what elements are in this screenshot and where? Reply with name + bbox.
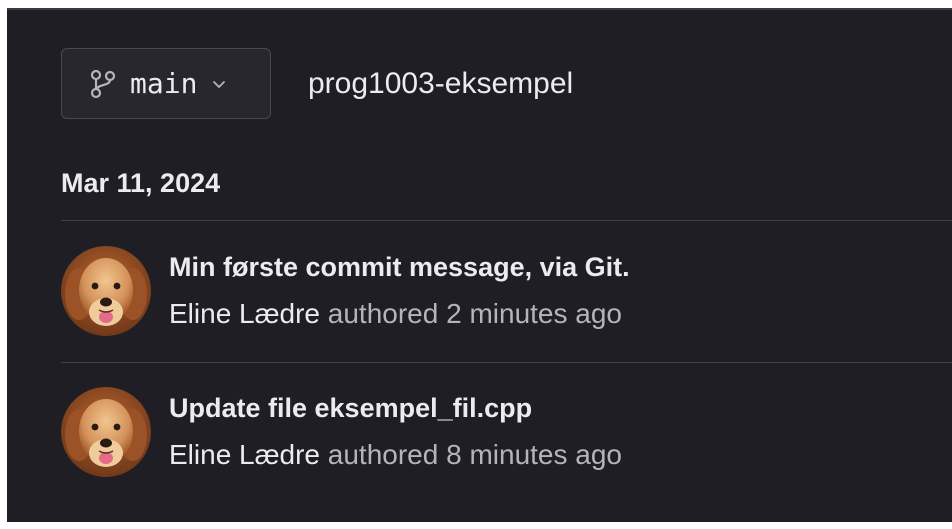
branch-bar: main prog1003-eksempel	[61, 48, 573, 119]
commit-title[interactable]: Update file eksempel_fil.cpp	[169, 393, 532, 424]
author-name[interactable]: Eline Lædre	[169, 298, 320, 329]
author-avatar[interactable]	[61, 246, 151, 336]
commit-meta: Eline Lædre authored 8 minutes ago	[169, 439, 622, 471]
commit-time: 8 minutes ago	[446, 439, 622, 470]
branch-name: main	[130, 67, 198, 100]
chevron-down-icon	[211, 76, 227, 92]
commit-meta: Eline Lædre authored 2 minutes ago	[169, 298, 622, 330]
author-name[interactable]: Eline Lædre	[169, 439, 320, 470]
branch-selector-button[interactable]: main	[61, 48, 271, 119]
author-avatar[interactable]	[61, 387, 151, 477]
commit-row[interactable]: Min første commit message, via Git. Elin…	[61, 246, 952, 346]
commit-time: 2 minutes ago	[446, 298, 622, 329]
commit-title[interactable]: Min første commit message, via Git.	[169, 252, 630, 283]
commit-action: authored	[327, 298, 439, 329]
commit-row[interactable]: Update file eksempel_fil.cpp Eline Lædre…	[61, 387, 952, 487]
repository-name[interactable]: prog1003-eksempel	[308, 67, 573, 101]
commit-divider	[61, 362, 952, 363]
top-border	[7, 8, 952, 10]
date-divider	[61, 220, 952, 221]
commit-history-panel: main prog1003-eksempel Mar 11, 2024 Min …	[7, 8, 952, 522]
commit-action: authored	[327, 439, 439, 470]
commit-date-heading: Mar 11, 2024	[61, 168, 221, 198]
git-branch-icon	[88, 68, 118, 100]
